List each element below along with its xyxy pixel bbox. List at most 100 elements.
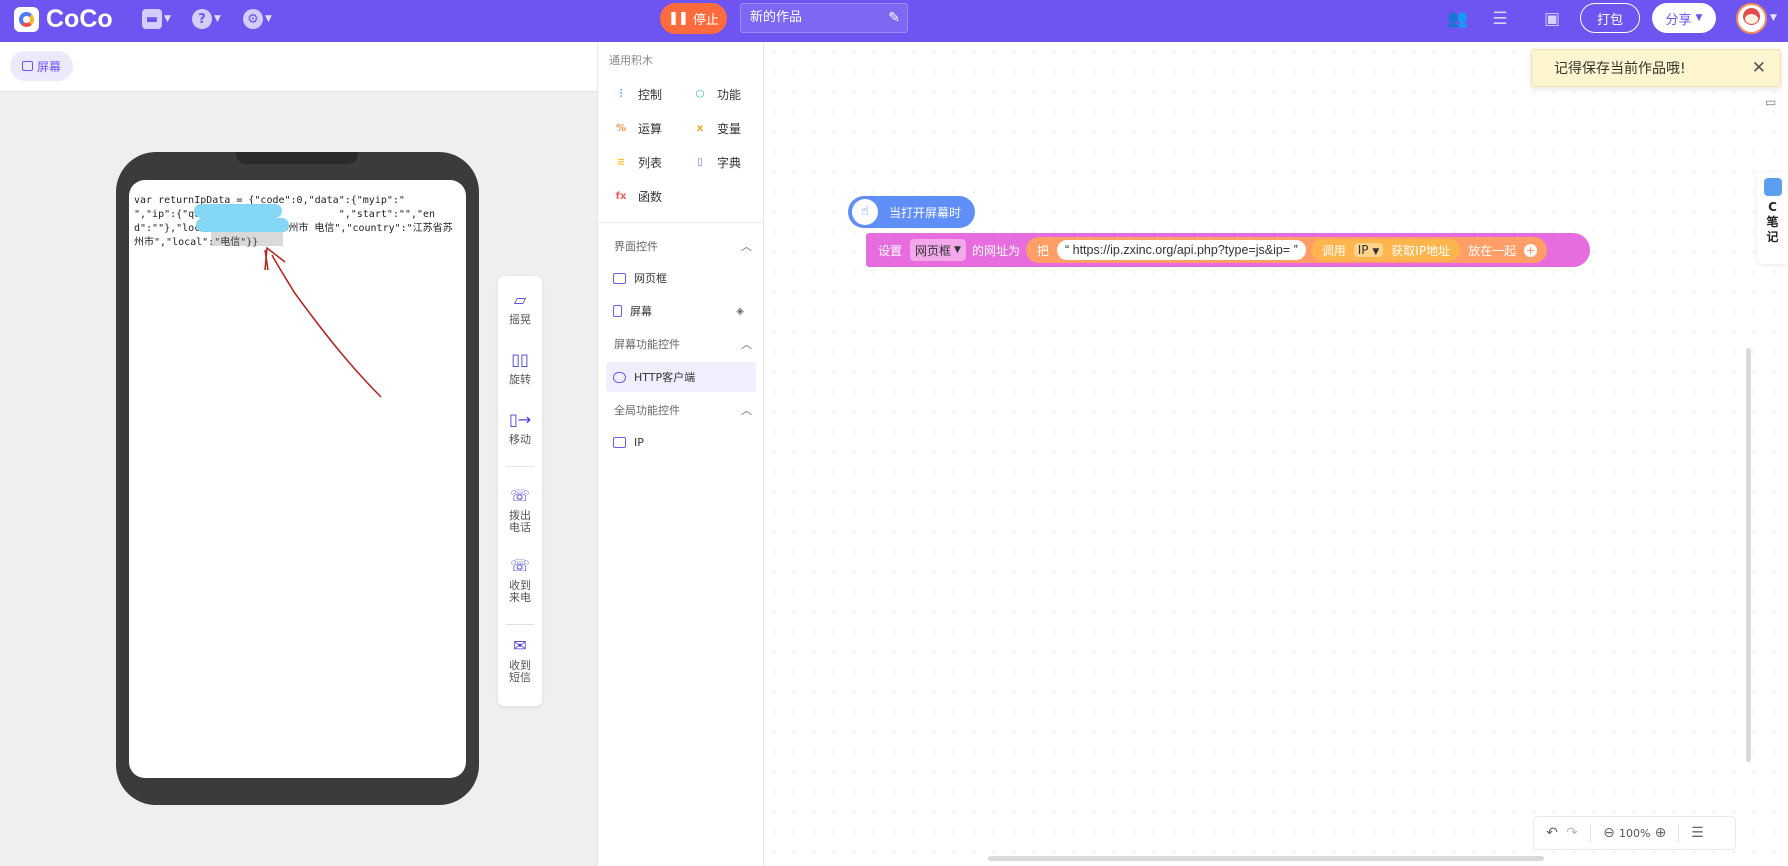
category-dictionary[interactable]: ▯ 字典 — [693, 154, 741, 171]
project-title-field[interactable]: 新的作品 ✎ — [740, 3, 908, 33]
align-blocks-icon[interactable]: ☰ — [1687, 825, 1707, 841]
category-label: 列表 — [638, 156, 663, 170]
dropdown-value: 网页框 — [915, 243, 952, 258]
logo-text: CoCo — [46, 5, 113, 33]
redo-icon[interactable]: ↷ — [1562, 825, 1582, 841]
zoom-level: 100% — [1619, 826, 1651, 840]
horizontal-scrollbar[interactable] — [988, 856, 1544, 861]
dictionary-icon: ▯ — [697, 156, 703, 168]
avatar[interactable] — [1736, 3, 1767, 34]
tool-label: 拨出电话 — [509, 509, 531, 534]
help-menu[interactable]: ? ▼ — [192, 8, 222, 30]
category-operator[interactable]: % 运算 — [614, 120, 662, 137]
phone-icon — [613, 305, 622, 317]
add-icon[interactable]: + — [1524, 243, 1538, 257]
cloud-icon — [613, 371, 626, 383]
rotate-icon: ▯▯ — [511, 350, 529, 369]
screen-tab[interactable]: 屏幕 — [10, 51, 73, 81]
control-http-client[interactable]: HTTP客户端 — [606, 362, 756, 392]
zoom-in-icon[interactable]: ⊕ — [1650, 825, 1670, 841]
tool-phone-out[interactable]: ☏ 拨出电话 — [498, 486, 542, 534]
ip-icon — [613, 436, 626, 448]
tool-rotate[interactable]: ▯▯ 旋转 — [498, 350, 542, 386]
phone-in-icon: ☏ — [509, 556, 530, 575]
join-block[interactable]: 把 “ https://ip.zxinc.org/api.php?type=js… — [1025, 237, 1548, 263]
event-block-screen-open[interactable]: ☝ 当打开屏幕时 — [848, 196, 976, 228]
screen-tab-label: 屏幕 — [36, 59, 61, 74]
app-logo[interactable]: CoCo — [14, 5, 113, 34]
pointer-hand-icon: ☝ — [852, 199, 878, 225]
set-label: 设置 — [878, 243, 903, 258]
tool-shake[interactable]: ▱ 摇晃 — [498, 290, 542, 326]
ui-controls-section[interactable]: 界面控件 ︿ — [614, 238, 752, 254]
general-blocks-title: 通用积木 — [609, 54, 653, 67]
control-webview[interactable]: 网页框 — [606, 263, 756, 293]
category-procedure[interactable]: fx 函数 — [614, 188, 662, 205]
call-target-dropdown[interactable]: IP ▼ — [1353, 243, 1384, 257]
url-text-input[interactable]: “ https://ip.zxinc.org/api.php?type=js&i… — [1056, 240, 1306, 260]
control-ip[interactable]: IP — [606, 427, 756, 457]
edit-icon[interactable]: ✎ — [888, 4, 900, 32]
c-notes-panel[interactable]: C 笔 记 — [1757, 172, 1788, 264]
stop-label: 停止 — [692, 13, 719, 28]
call-ip-block[interactable]: 调用 IP ▼ 获取IP地址 — [1311, 239, 1461, 261]
section-title: 全局功能控件 — [614, 404, 680, 417]
category-label: 功能 — [717, 88, 742, 102]
join-suffix: 放在一起 — [1468, 243, 1517, 258]
note-label: 记 — [1766, 230, 1779, 244]
project-title: 新的作品 — [750, 10, 803, 25]
phone-notch — [236, 152, 358, 164]
shake-icon: ▱ — [513, 290, 527, 309]
category-label: 变量 — [717, 122, 742, 136]
control-screen[interactable]: 屏幕 ◈ — [606, 296, 756, 326]
target-dropdown[interactable]: 网页框 ▼ — [910, 239, 966, 261]
share-button[interactable]: 分享 ▼ — [1652, 3, 1716, 33]
tool-label: 移动 — [509, 433, 531, 446]
stop-button[interactable]: ❚❚ 停止 — [660, 3, 727, 34]
note-label: 笔 — [1766, 215, 1779, 229]
tool-sms[interactable]: ✉ 收到短信 — [498, 636, 542, 684]
sms-icon: ✉ — [513, 636, 527, 655]
gear-icon: ⚙ — [243, 9, 263, 29]
zoom-out-icon[interactable]: ⊖ — [1599, 825, 1619, 841]
category-function[interactable]: ⬡ 功能 — [693, 86, 741, 103]
chevron-down-icon: ▼ — [954, 245, 961, 255]
pack-button[interactable]: 打包 — [1580, 3, 1640, 33]
close-icon[interactable]: ✕ — [1752, 58, 1766, 78]
screen-icon — [21, 61, 33, 71]
pause-icon: ❚❚ — [668, 11, 689, 26]
category-list[interactable]: ≡ 列表 — [614, 154, 662, 171]
operator-icon: % — [615, 122, 627, 134]
undo-icon[interactable]: ↶ — [1542, 825, 1562, 841]
store-icon[interactable]: ▭ — [1765, 95, 1776, 109]
chevron-down-icon[interactable]: ▼ — [1770, 13, 1777, 23]
phone-out-icon: ☏ — [509, 486, 530, 505]
annotation-arrow — [264, 246, 382, 398]
phone-screen[interactable]: var returnIpData = {"code":0,"data":{"my… — [129, 180, 466, 778]
code-canvas[interactable] — [764, 42, 1788, 866]
category-variable[interactable]: x 变量 — [693, 120, 741, 137]
save-reminder-toast: 记得保存当前作品哦! ✕ — [1531, 49, 1781, 87]
file-menu[interactable]: ▬ ▼ — [142, 8, 172, 30]
move-icon: ▯→ — [509, 410, 532, 429]
chevron-down-icon: ▼ — [214, 14, 221, 24]
save-icon[interactable]: ▣ — [1540, 7, 1564, 31]
tool-move[interactable]: ▯→ 移动 — [498, 410, 542, 446]
collaborate-icon[interactable]: 👥 — [1446, 7, 1470, 31]
share-label: 分享 — [1665, 12, 1692, 28]
event-label: 当打开屏幕时 — [889, 205, 962, 220]
database-icon[interactable]: ☰ — [1488, 7, 1512, 31]
layers-icon[interactable]: ◈ — [736, 306, 744, 317]
control-label: 屏幕 — [630, 305, 652, 318]
global-functions-section[interactable]: 全局功能控件 ︿ — [614, 402, 752, 418]
divider — [506, 466, 534, 467]
tool-phone-in[interactable]: ☏ 收到来电 — [498, 556, 542, 604]
screen-functions-section[interactable]: 屏幕功能控件 ︿ — [614, 336, 752, 352]
vertical-scrollbar[interactable] — [1746, 348, 1751, 762]
section-title: 屏幕功能控件 — [614, 338, 680, 351]
settings-menu[interactable]: ⚙ ▼ — [243, 8, 273, 30]
tool-label: 收到短信 — [509, 659, 531, 684]
category-control[interactable]: ⫶ 控制 — [614, 86, 662, 103]
set-url-block[interactable]: 设置 网页框 ▼ 的网址为 把 “ https://ip.zxinc.org/ap… — [866, 233, 1590, 267]
notes-icon — [1763, 178, 1782, 196]
